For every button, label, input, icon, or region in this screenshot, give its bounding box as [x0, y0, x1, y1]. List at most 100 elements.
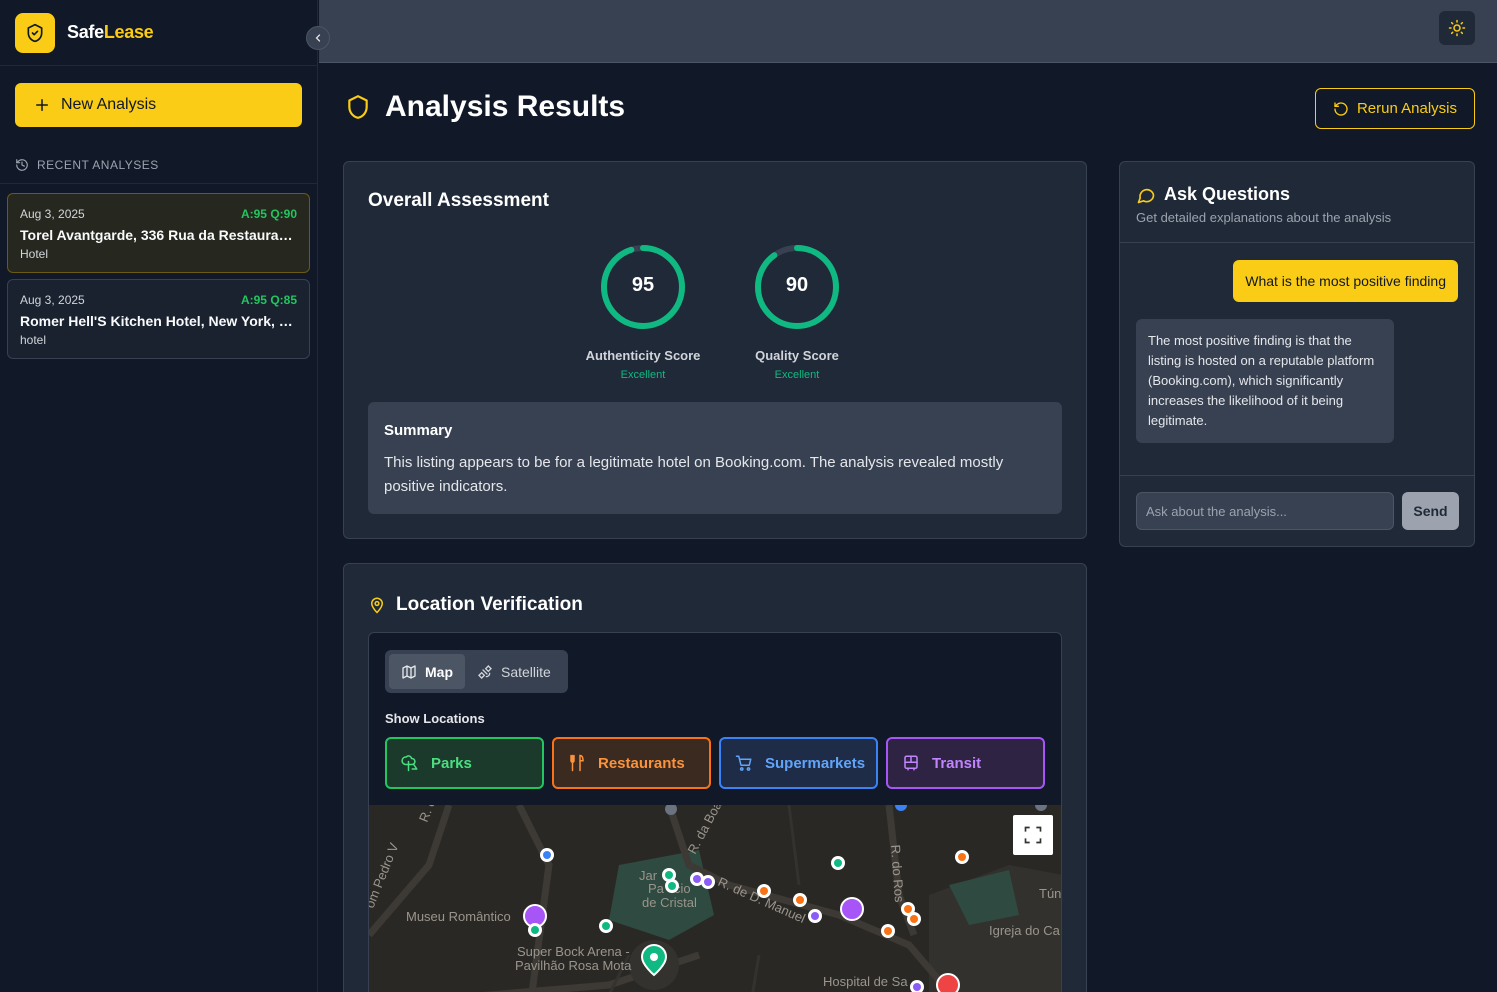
restaurant-marker-dot	[958, 853, 966, 861]
filter-parks-button[interactable]: Parks	[385, 737, 544, 789]
transit-marker-dot	[811, 912, 819, 920]
recent-analysis-item[interactable]: Aug 3, 2025 A:95 Q:90 Torel Avantgarde, 3…	[7, 193, 310, 273]
recent-item-scores: A:95 Q:85	[240, 293, 297, 307]
recent-item-scores: A:95 Q:90	[240, 207, 297, 221]
tab-satellite[interactable]: Satellite	[465, 654, 563, 689]
map-label-cristal: de Cristal	[642, 895, 697, 910]
collapse-sidebar-button[interactable]	[306, 26, 330, 50]
quality-gauge: 90 Quality Score Excellent	[727, 242, 867, 381]
rerun-analysis-label: Rerun Analysis	[1356, 100, 1458, 117]
authenticity-score-label: Authenticity Score	[585, 348, 701, 363]
shield-icon	[348, 95, 368, 119]
tab-map-label: Map	[425, 663, 453, 680]
new-analysis-label: New Analysis	[61, 96, 157, 113]
shopping-cart-icon	[735, 755, 752, 771]
recent-item-type: hotel	[20, 333, 47, 347]
map-label-hospital: Hospital de Sa	[823, 974, 908, 989]
overall-assessment-title: Overall Assessment	[368, 190, 549, 211]
sidebar: SafeLease New Analysis RECENT ANALYSES A…	[0, 0, 318, 992]
tab-map[interactable]: Map	[389, 654, 465, 689]
brand-name-part2: Lease	[103, 22, 154, 42]
overall-assessment-card: Overall Assessment 95 Authenticity Score…	[343, 161, 1087, 539]
new-analysis-button[interactable]: New Analysis	[15, 83, 302, 127]
page-title: Analysis Results	[345, 90, 625, 124]
museum-marker[interactable]	[840, 897, 864, 921]
utensils-icon	[570, 754, 584, 772]
divider	[0, 183, 318, 184]
chat-bubble-icon	[1137, 188, 1155, 203]
map-label-super-bock: Super Bock Arena -	[517, 944, 630, 959]
recent-analysis-item[interactable]: Aug 3, 2025 A:95 Q:85 Romer Hell'S Kitche…	[7, 279, 310, 359]
map-label-pavilhao: Pavilhão Rosa Mota	[515, 958, 632, 973]
ask-input[interactable]	[1136, 492, 1394, 530]
restaurant-marker-dot	[796, 896, 804, 904]
fullscreen-icon	[1024, 826, 1042, 844]
tree-icon	[401, 755, 418, 772]
park-marker-dot	[531, 926, 539, 934]
summary-heading: Summary	[384, 422, 453, 439]
restaurant-marker-dot	[910, 915, 918, 923]
hospital-marker[interactable]	[936, 973, 960, 992]
quality-score-value: 90	[785, 274, 809, 296]
recent-item-type: Hotel	[20, 247, 49, 261]
history-icon	[16, 159, 28, 171]
divider	[1120, 242, 1474, 243]
fullscreen-button[interactable]	[1013, 815, 1053, 855]
transit-marker-dot	[704, 878, 712, 886]
recent-analyses-label: RECENT ANALYSES	[37, 158, 159, 172]
restaurant-marker-dot	[760, 887, 768, 895]
transit-marker-dot	[693, 875, 701, 883]
rerun-analysis-button[interactable]: Rerun Analysis	[1315, 88, 1475, 129]
show-locations-label: Show Locations	[385, 711, 485, 726]
map-label-tunnel: Tún	[1039, 886, 1061, 901]
recent-item-title: Romer Hell'S Kitchen Hotel, New York, Ne…	[20, 313, 297, 329]
satellite-icon	[478, 664, 492, 679]
ask-subtitle: Get detailed explanations about the anal…	[1136, 210, 1392, 225]
location-verification-card: Location Verification Map Satellite Show…	[343, 563, 1087, 992]
filter-supermarkets-button[interactable]: Supermarkets	[719, 737, 878, 789]
location-title-text: Location Verification	[396, 594, 583, 615]
filter-transit-label: Transit	[932, 754, 982, 772]
ask-questions-title: Ask Questions	[1136, 184, 1290, 205]
transit-marker-dot	[913, 983, 921, 991]
map-canvas: Museu Romântico Jar s Pa cio de Cristal …	[369, 797, 1061, 992]
authenticity-gauge: 95 Authenticity Score Excellent	[573, 242, 713, 381]
park-marker-dot	[602, 922, 610, 930]
map-icon	[402, 664, 416, 679]
send-button[interactable]: Send	[1402, 492, 1459, 530]
summary-box: Summary This listing appears to be for a…	[368, 402, 1062, 514]
theme-toggle-button[interactable]	[1439, 11, 1475, 45]
bus-icon	[904, 755, 918, 771]
recent-analyses-heading: RECENT ANALYSES	[15, 158, 159, 172]
filter-parks-label: Parks	[431, 754, 472, 772]
brand-name: SafeLease	[67, 22, 154, 43]
filter-restaurants-button[interactable]: Restaurants	[552, 737, 711, 789]
shield-logo-icon	[15, 12, 55, 53]
summary-text: This listing appears to be for a legitim…	[384, 454, 1004, 495]
location-verification-title: Location Verification	[368, 594, 583, 616]
ask-questions-card: Ask Questions Get detailed explanations …	[1119, 161, 1475, 547]
page-title-text: Analysis Results	[385, 90, 626, 123]
filter-transit-button[interactable]: Transit	[886, 737, 1045, 789]
recent-item-title: Torel Avantgarde, 336 Rua da Restauraçã.…	[20, 227, 297, 243]
map-label-palacio: Pa	[648, 881, 665, 896]
map-view-toggle: Map Satellite	[385, 650, 568, 693]
filter-restaurants-label: Restaurants	[598, 754, 685, 772]
restaurant-marker-dot	[904, 905, 912, 913]
ask-title-text: Ask Questions	[1164, 184, 1291, 204]
quality-score-label: Quality Score	[755, 348, 839, 363]
user-chat-message: What is the most positive finding	[1233, 260, 1458, 302]
recent-item-date: Aug 3, 2025	[20, 207, 85, 221]
brand-name-part1: Safe	[67, 22, 104, 42]
refresh-icon	[1334, 101, 1348, 116]
authenticity-score-rating: Excellent	[620, 369, 666, 381]
map-view[interactable]: Museu Romântico Jar s Pa cio de Cristal …	[369, 797, 1061, 992]
map-pin-icon	[370, 597, 384, 614]
park-marker-dot	[834, 859, 842, 867]
map-label-igreja: Igreja do Ca	[989, 923, 1061, 938]
map-container: Map Satellite Show Locations Parks Resta…	[368, 632, 1062, 992]
assistant-chat-message: The most positive finding is that the li…	[1136, 319, 1394, 443]
topbar	[319, 0, 1497, 63]
brand: SafeLease	[0, 0, 317, 66]
sun-icon	[1448, 19, 1466, 37]
